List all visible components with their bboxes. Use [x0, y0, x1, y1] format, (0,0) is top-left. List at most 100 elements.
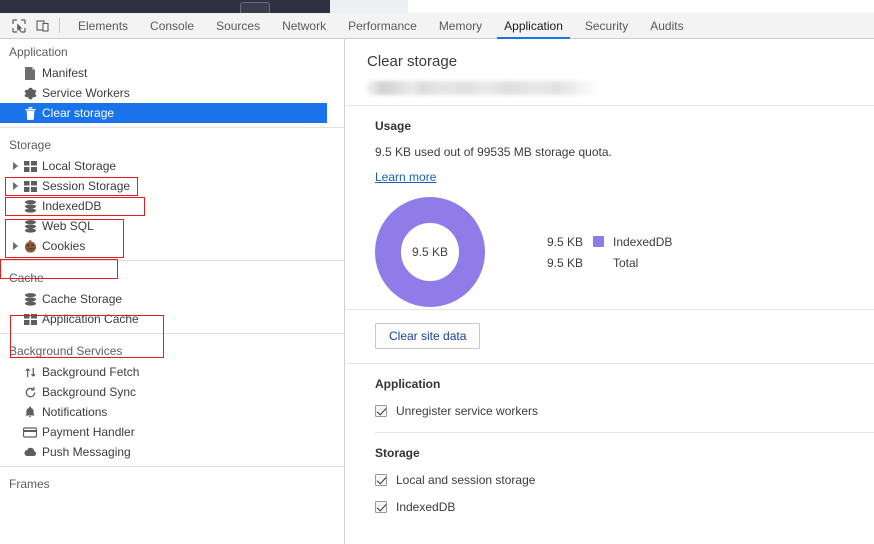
panel-tab-bar: Elements Console Sources Network Perform…	[67, 13, 695, 39]
tab-sources[interactable]: Sources	[205, 13, 271, 39]
sidebar-item-label: Service Workers	[42, 86, 130, 100]
inspect-element-icon[interactable]	[7, 15, 31, 37]
sidebar-divider	[0, 466, 344, 467]
checkbox-unregister-service-workers[interactable]: Unregister service workers	[375, 404, 874, 418]
sidebar-item-label: IndexedDB	[42, 199, 102, 213]
checkbox-icon[interactable]	[375, 405, 387, 417]
sidebar-item-local-storage[interactable]: Local Storage	[0, 156, 344, 176]
checkbox-icon[interactable]	[375, 501, 387, 513]
sidebar-item-label: Cache Storage	[42, 292, 123, 306]
usage-section: Usage 9.5 KB used out of 99535 MB storag…	[346, 106, 874, 184]
tab-audits[interactable]: Audits	[639, 13, 694, 39]
usage-heading: Usage	[375, 119, 412, 133]
sidebar-item-clear-storage[interactable]: Clear storage	[0, 103, 327, 123]
sidebar-item-manifest[interactable]: Manifest	[0, 63, 344, 83]
clear-button-row: Clear site data	[346, 310, 874, 363]
gear-icon	[21, 87, 39, 100]
trash-icon	[21, 106, 39, 120]
tab-network[interactable]: Network	[271, 13, 337, 39]
table-icon	[21, 160, 39, 172]
legend-label: IndexedDB	[613, 234, 673, 249]
sidebar-item-label: Background Fetch	[42, 365, 140, 379]
sidebar-item-label: Clear storage	[42, 106, 115, 120]
clear-site-data-button[interactable]: Clear site data	[375, 323, 481, 349]
donut-center-label: 9.5 KB	[411, 245, 449, 259]
sidebar-section-cache: Cache	[9, 271, 44, 285]
sidebar-item-label: Application Cache	[42, 312, 139, 326]
sidebar-item-label: Session Storage	[42, 179, 131, 193]
tab-console[interactable]: Console	[139, 13, 205, 39]
checkbox-local-and-session-storage[interactable]: Local and session storage	[375, 473, 874, 487]
toolbar-icon-group	[0, 15, 67, 37]
database-icon	[21, 199, 39, 213]
origin-url-blurred	[367, 81, 595, 95]
sidebar-divider	[0, 127, 344, 128]
sidebar-item-label: Background Sync	[42, 385, 137, 399]
legend-label: Total	[613, 255, 639, 270]
browser-chrome-strip	[0, 0, 330, 13]
tab-performance[interactable]: Performance	[337, 13, 428, 39]
device-toolbar-icon[interactable]	[31, 15, 55, 37]
usage-donut-chart: 9.5 KB	[375, 197, 485, 307]
sidebar-item-service-workers[interactable]: Service Workers	[0, 83, 344, 103]
sidebar-item-application-cache[interactable]: Application Cache	[0, 309, 344, 329]
sidebar-item-label: Payment Handler	[42, 425, 135, 439]
sidebar-section-storage: Storage	[9, 138, 52, 152]
credit-card-icon	[21, 426, 39, 438]
clear-storage-panel: Clear storage Usage 9.5 KB used out of 9…	[346, 39, 874, 544]
browser-chrome-light	[330, 0, 408, 13]
sidebar-divider	[0, 260, 344, 261]
legend-item: 9.5 KB Total	[547, 252, 672, 273]
sidebar-item-indexeddb[interactable]: IndexedDB	[0, 196, 344, 216]
sidebar-item-label: Cookies	[42, 239, 86, 253]
sidebar-item-label: Notifications	[42, 405, 108, 419]
checkbox-label: IndexedDB	[396, 500, 456, 514]
chevron-right-icon[interactable]	[9, 162, 21, 170]
cookie-icon	[21, 239, 39, 253]
tab-security[interactable]: Security	[574, 13, 639, 39]
sidebar-item-cookies[interactable]: Cookies	[0, 236, 344, 256]
chevron-right-icon[interactable]	[9, 182, 21, 190]
database-icon	[21, 292, 39, 306]
sidebar-section-background-services: Background Services	[9, 344, 123, 358]
panel-header: Clear storage	[346, 39, 874, 106]
toolbar-separator	[59, 18, 60, 33]
sidebar-item-cache-storage[interactable]: Cache Storage	[0, 289, 344, 309]
learn-more-link[interactable]: Learn more	[375, 170, 436, 184]
bell-icon	[21, 406, 39, 419]
page-title: Clear storage	[367, 53, 458, 70]
group-title-storage: Storage	[375, 446, 420, 460]
checkbox-indexeddb[interactable]: IndexedDB	[375, 500, 874, 514]
usage-quota-text: 9.5 KB used out of 99535 MB storage quot…	[375, 145, 612, 159]
chevron-right-icon[interactable]	[9, 242, 21, 250]
usage-chart-legend: 9.5 KB IndexedDB 9.5 KB Total	[547, 231, 672, 273]
table-icon	[21, 313, 39, 325]
sidebar-item-label: Manifest	[42, 66, 88, 80]
sidebar-item-background-sync[interactable]: Background Sync	[0, 382, 344, 402]
legend-swatch-indexeddb	[593, 236, 604, 247]
sidebar-item-payment-handler[interactable]: Payment Handler	[0, 422, 344, 442]
sidebar-item-web-sql[interactable]: Web SQL	[0, 216, 344, 236]
browser-chrome-white	[408, 0, 874, 13]
checkbox-label: Unregister service workers	[396, 404, 539, 418]
sidebar-item-background-fetch[interactable]: Background Fetch	[0, 362, 344, 382]
sidebar-item-session-storage[interactable]: Session Storage	[0, 176, 344, 196]
arrows-up-down-icon	[21, 366, 39, 379]
sidebar-item-label: Local Storage	[42, 159, 117, 173]
tab-elements[interactable]: Elements	[67, 13, 139, 39]
sidebar-section-application: Application	[9, 45, 68, 59]
table-icon	[21, 180, 39, 192]
legend-swatch-placeholder	[593, 257, 604, 268]
sidebar-item-label: Push Messaging	[42, 445, 131, 459]
sidebar-item-notifications[interactable]: Notifications	[0, 402, 344, 422]
application-options-group: Application Unregister service workers	[346, 364, 874, 433]
legend-item: 9.5 KB IndexedDB	[547, 231, 672, 252]
usage-chart-area: 9.5 KB 9.5 KB IndexedDB 9.5 KB Total	[346, 184, 874, 309]
sidebar-item-label: Web SQL	[42, 219, 94, 233]
application-sidebar: Application Manifest Service Workers Cle…	[0, 39, 345, 544]
checkbox-icon[interactable]	[375, 474, 387, 486]
storage-options-group: Storage Local and session storage Indexe…	[346, 433, 874, 514]
sidebar-item-push-messaging[interactable]: Push Messaging	[0, 442, 344, 462]
tab-memory[interactable]: Memory	[428, 13, 493, 39]
tab-application[interactable]: Application	[493, 13, 574, 39]
